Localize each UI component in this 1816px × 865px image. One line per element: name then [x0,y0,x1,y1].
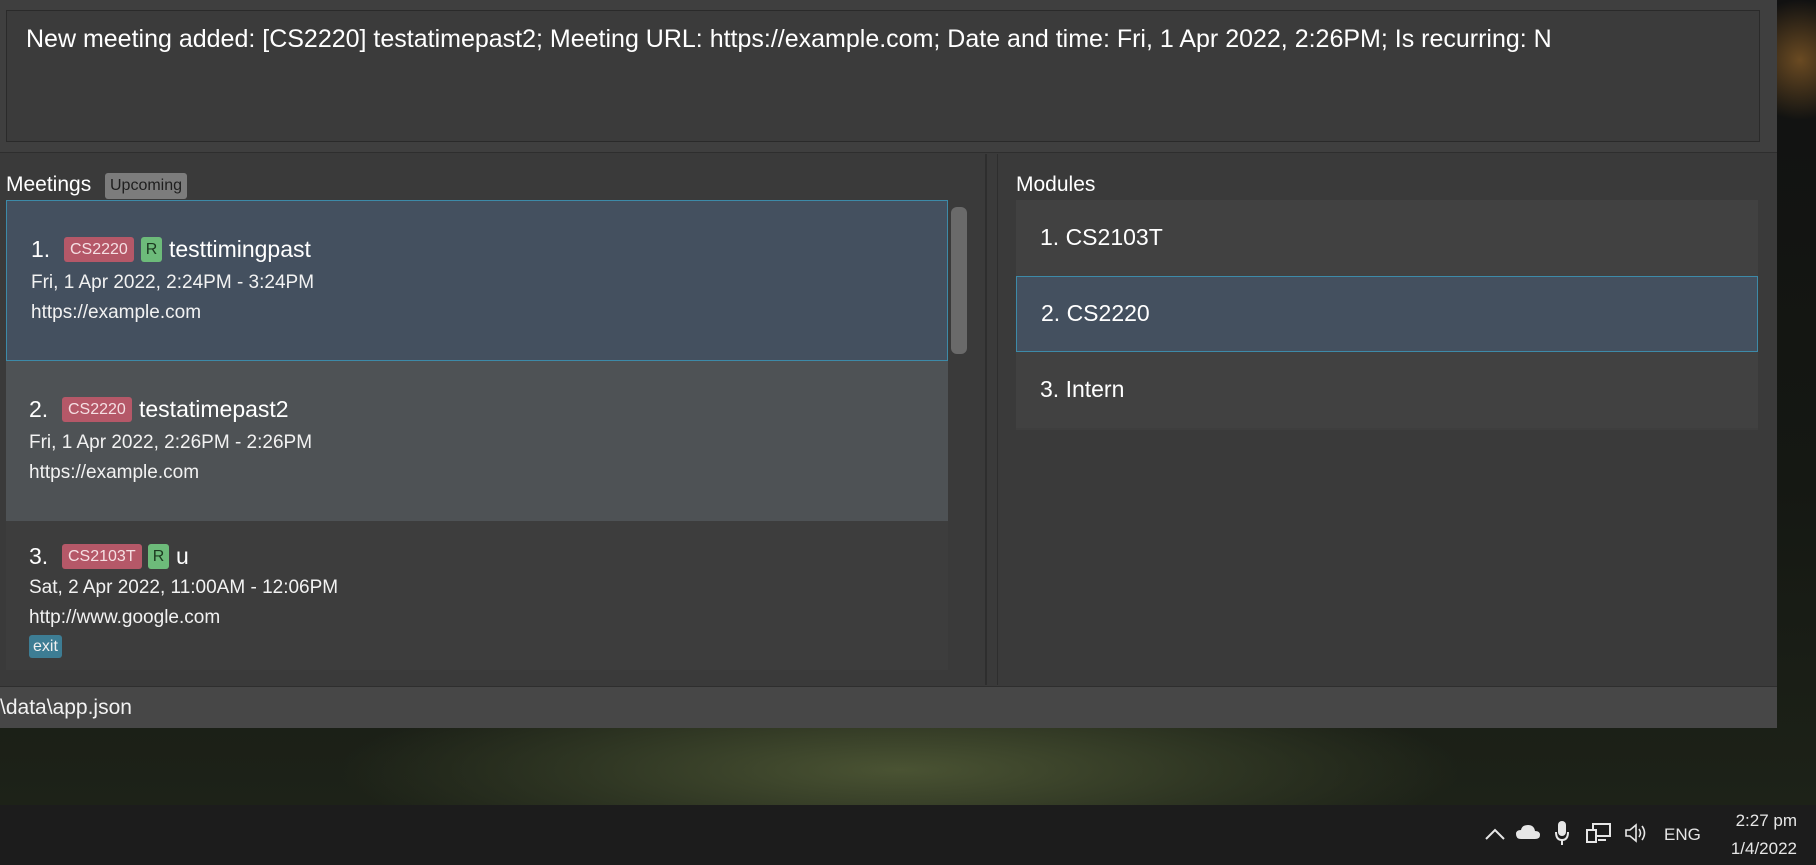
panel-divider[interactable] [985,154,987,685]
meeting-index: 1. [31,236,51,262]
meeting-card[interactable]: 2. CS2220 testatimepast2 Fri, 1 Apr 2022… [6,361,948,521]
save-location: \data\app.json [0,696,132,719]
module-tag: CS2103T [62,544,142,569]
meeting-index: 3. [29,543,49,569]
meetings-list[interactable]: 1. CS2220 R testtimingpast Fri, 1 Apr 20… [6,200,948,670]
cloud-icon[interactable] [1515,823,1541,847]
module-label: 3. Intern [1040,376,1125,402]
result-display-panel: New meeting added: [CS2220] testatimepas… [0,0,1777,153]
meeting-name: testatimepast2 [139,396,289,422]
meeting-url[interactable]: http://www.google.com [29,607,220,629]
recurring-tag: R [148,544,169,569]
meetings-scrollbar-thumb[interactable] [951,207,967,354]
module-label: 1. CS2103T [1040,224,1163,250]
meeting-datetime: Sat, 2 Apr 2022, 11:00AM - 12:06PM [29,577,339,598]
module-tag: CS2220 [62,397,132,422]
meeting-name: testtimingpast [169,236,311,262]
meeting-index: 2. [29,396,49,422]
language-indicator[interactable]: ENG [1664,825,1701,845]
meeting-name: u [176,543,189,569]
module-tag: CS2220 [64,237,134,262]
recurring-tag: R [141,237,162,262]
app-window: New meeting added: [CS2220] testatimepas… [0,0,1777,728]
meeting-url[interactable]: https://example.com [29,462,199,484]
module-item[interactable]: 3. Intern [1016,352,1758,428]
meeting-datetime: Fri, 1 Apr 2022, 2:26PM - 2:26PM [29,432,313,453]
chevron-up-icon[interactable] [1484,824,1506,847]
speaker-icon[interactable] [1624,822,1648,850]
status-bar: \data\app.json [0,686,1777,728]
meeting-tag-exit: exit [29,635,62,658]
result-message: New meeting added: [CS2220] testatimepas… [26,25,1552,53]
microphone-icon[interactable] [1554,820,1570,852]
clock-time[interactable]: 2:27 pm [1700,811,1797,831]
meetings-title: Meetings [6,173,92,196]
modules-title: Modules [1016,173,1096,196]
meeting-card[interactable]: 1. CS2220 R testtimingpast Fri, 1 Apr 20… [6,200,948,361]
result-display-box[interactable]: New meeting added: [CS2220] testatimepas… [6,10,1760,142]
meeting-datetime: Fri, 1 Apr 2022, 2:24PM - 3:24PM [31,272,315,293]
taskbar: ENG 2:27 pm 1/4/2022 [0,805,1816,865]
network-icon[interactable] [1586,822,1612,850]
modules-list[interactable]: 1. CS2103T 2. CS2220 3. Intern [1016,200,1758,430]
clock-date[interactable]: 1/4/2022 [1700,839,1797,859]
module-item[interactable]: 2. CS2220 [1016,276,1758,352]
upcoming-filter-tag: Upcoming [105,173,188,199]
meeting-card[interactable]: 3. CS2103T R u Sat, 2 Apr 2022, 11:00AM … [6,521,948,670]
panel-divider-edge [997,154,998,685]
module-label: 2. CS2220 [1041,300,1150,326]
meeting-url[interactable]: https://example.com [31,302,201,324]
module-item[interactable]: 1. CS2103T [1016,200,1758,276]
